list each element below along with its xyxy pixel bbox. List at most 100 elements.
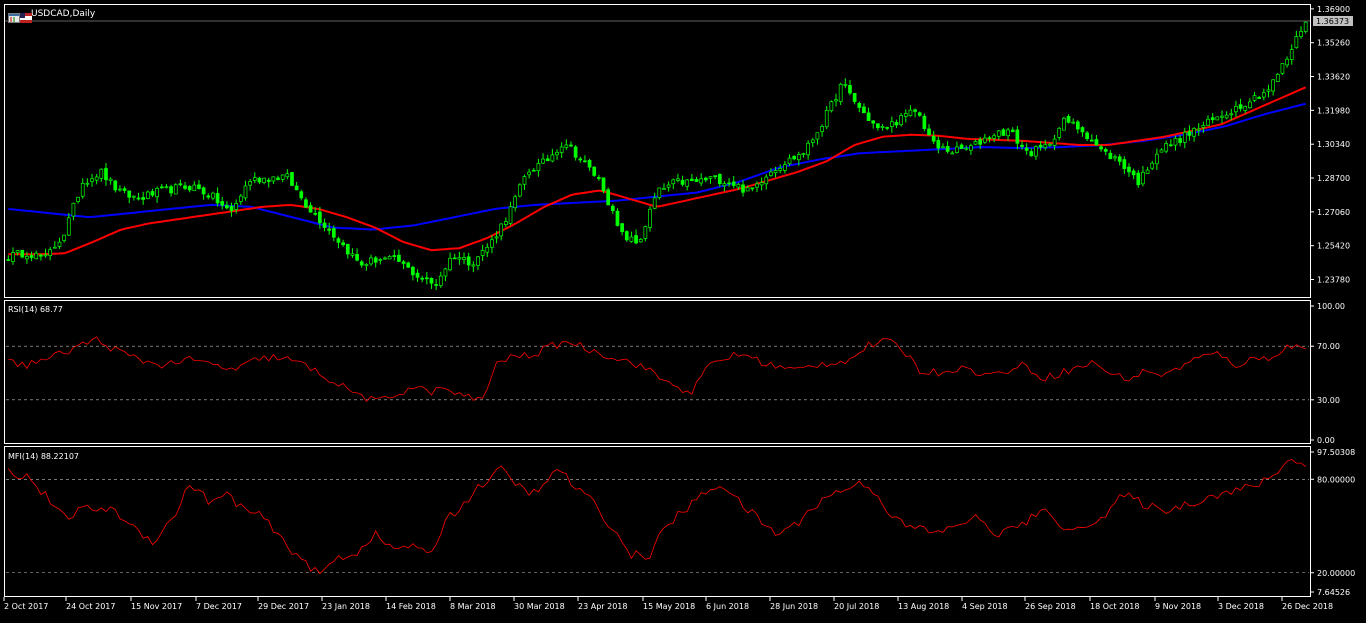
- candle-body: [11, 252, 15, 262]
- candle-body: [211, 192, 215, 199]
- candle-body: [66, 217, 71, 236]
- osc-tick-label: 100.00: [1317, 302, 1345, 311]
- candle-body: [1029, 151, 1034, 157]
- candle-body: [1275, 74, 1280, 83]
- candle-body: [1229, 113, 1234, 116]
- candle-body: [1164, 143, 1169, 152]
- candle-body: [1257, 96, 1262, 99]
- candle-body: [1155, 153, 1159, 165]
- time-tick-label: 30 Mar 2018: [514, 602, 565, 611]
- chart-canvas[interactable]: 1.36900 1.35260 1.33620 1.31980 1.30340 1.287…: [0, 0, 1366, 619]
- candle-body: [104, 168, 108, 181]
- candle-body: [499, 223, 504, 237]
- candle-body: [350, 253, 355, 256]
- candle-body: [280, 174, 285, 180]
- candle-body: [1145, 169, 1150, 175]
- candle-body: [555, 152, 559, 156]
- candle-body: [1006, 129, 1010, 137]
- candle-body: [513, 196, 518, 209]
- flag-icon[interactable]: [20, 8, 32, 23]
- candle-body: [1280, 63, 1285, 74]
- candle-body: [536, 163, 541, 172]
- candle-body: [1094, 139, 1099, 146]
- candle-body: [517, 184, 522, 197]
- time-tick-label: 6 Jun 2018: [706, 602, 749, 611]
- candle-body: [159, 186, 164, 189]
- candle-body: [671, 179, 676, 185]
- osc-tick-label: 30.00: [1317, 396, 1340, 405]
- time-tick-label: 26 Dec 2018: [1282, 602, 1333, 611]
- candle-body: [787, 157, 792, 165]
- candle-body: [573, 146, 578, 158]
- candle-body: [243, 185, 248, 199]
- candle-body: [39, 254, 43, 257]
- candle-body: [383, 257, 387, 260]
- time-tick-label: 8 Mar 2018: [450, 602, 496, 611]
- candle-body: [1299, 31, 1303, 37]
- candle: [922, 113, 927, 132]
- candle-body: [52, 246, 57, 249]
- candle-body: [429, 277, 434, 284]
- candle-body: [583, 160, 587, 163]
- candle-body: [364, 264, 369, 267]
- candle-body: [1099, 146, 1103, 150]
- candle: [1280, 63, 1285, 75]
- candle-body: [336, 238, 341, 243]
- candle-body: [778, 168, 783, 171]
- candle-body: [62, 234, 66, 241]
- candle-body: [527, 171, 531, 176]
- candle-body: [982, 137, 987, 143]
- candle-body: [722, 183, 727, 187]
- candle-body: [1052, 138, 1057, 146]
- time-tick-label: 28 Jun 2018: [770, 602, 818, 611]
- candle-body: [327, 228, 332, 231]
- candle-body: [815, 132, 820, 140]
- candle-body: [25, 255, 29, 260]
- candle-body: [94, 176, 99, 181]
- candle-body: [1220, 115, 1224, 118]
- candle-body: [359, 261, 364, 266]
- candle-body: [717, 173, 722, 185]
- candle-body: [699, 178, 704, 184]
- candle-body: [796, 154, 801, 161]
- candle-body: [1071, 121, 1076, 124]
- candle-body: [80, 182, 85, 197]
- chart-window-icon[interactable]: [8, 8, 20, 23]
- candle-body: [755, 183, 759, 188]
- candle-body: [1187, 131, 1192, 136]
- candle-body: [792, 155, 797, 160]
- candle-body: [1010, 129, 1015, 133]
- candle-body: [769, 171, 773, 176]
- candle-body: [1168, 144, 1173, 147]
- candle-body: [155, 188, 159, 198]
- candle-body: [229, 205, 234, 212]
- candle-body: [727, 182, 731, 185]
- candle-body: [476, 256, 480, 266]
- candle-body: [197, 184, 201, 189]
- candle-body: [215, 193, 220, 204]
- candle-body: [6, 259, 11, 261]
- candle-body: [848, 85, 852, 94]
- candle-body: [903, 113, 908, 117]
- candle-body: [1201, 124, 1206, 128]
- candle-body: [745, 187, 750, 192]
- candle: [615, 208, 620, 227]
- candle-body: [615, 210, 620, 226]
- candle-body: [141, 197, 146, 200]
- candle-body: [978, 139, 983, 145]
- candle-body: [48, 249, 53, 256]
- time-tick-label: 18 Oct 2018: [1090, 602, 1139, 611]
- candle-body: [597, 177, 601, 179]
- time-tick-label: 15 Nov 2017: [131, 602, 182, 611]
- candle-body: [145, 191, 150, 199]
- candle-body: [378, 259, 383, 261]
- osc-tick-label: 7.64526: [1317, 588, 1350, 597]
- osc-tick-label: 80.00000: [1317, 475, 1355, 484]
- candle-body: [941, 146, 945, 149]
- candle-body: [541, 158, 545, 164]
- candle-body: [801, 153, 806, 155]
- candle-body: [262, 177, 266, 184]
- candle-body: [85, 182, 90, 185]
- candle-body: [1238, 104, 1243, 109]
- candle-body: [322, 222, 327, 228]
